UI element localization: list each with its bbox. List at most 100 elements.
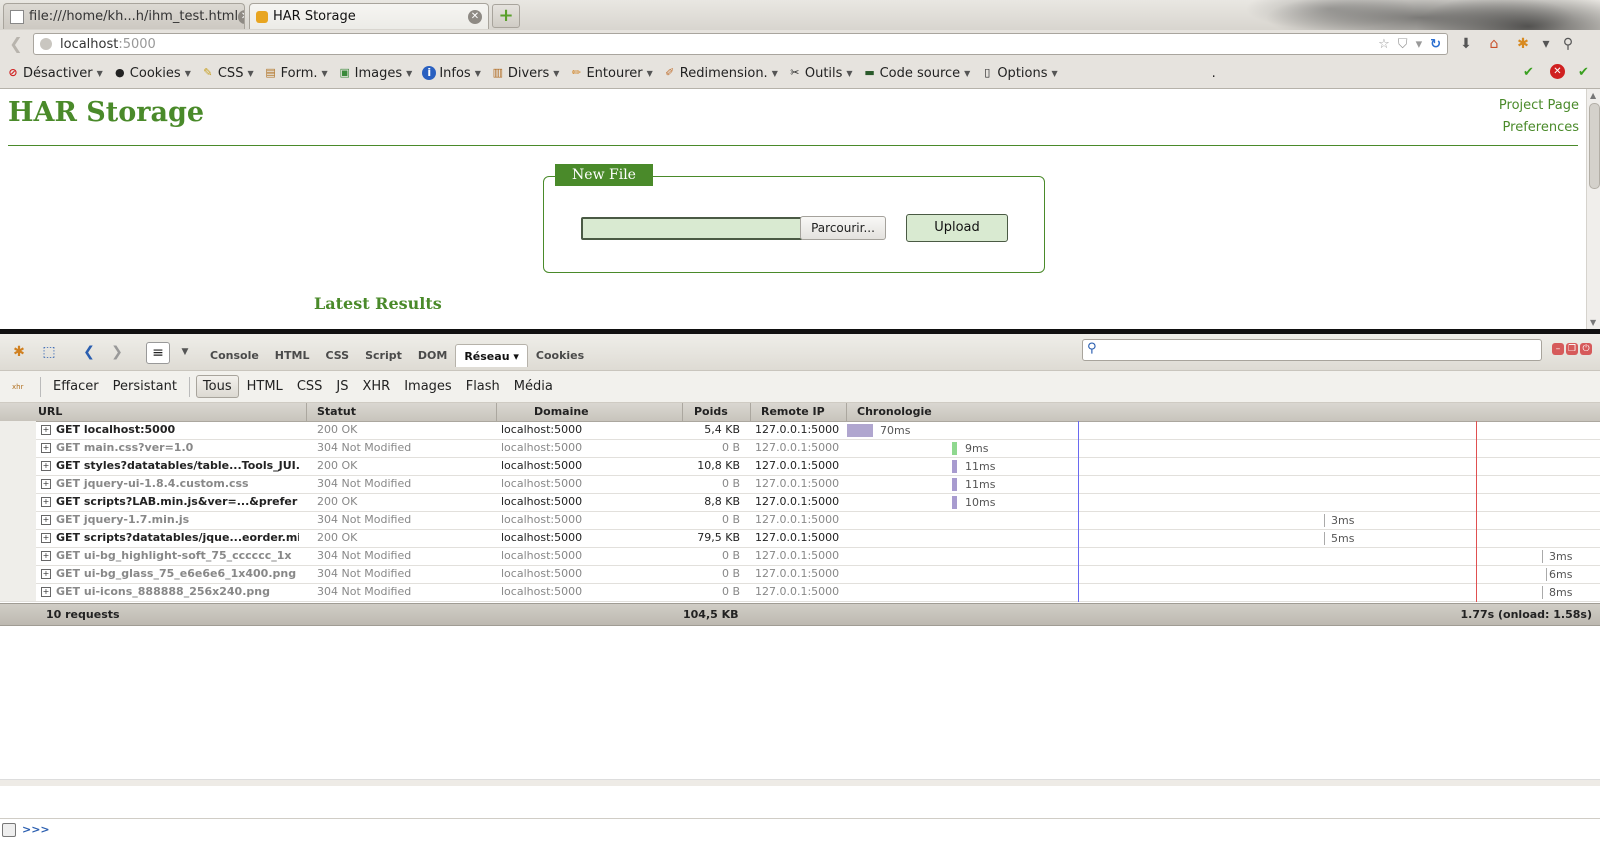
column-separator[interactable] <box>750 403 751 421</box>
request-url[interactable]: GET jquery-ui-1.8.4.custom.css <box>56 477 299 490</box>
column-remote-ip[interactable]: Remote IP <box>761 405 825 418</box>
page-scrollbar[interactable]: ▲ ▼ <box>1586 89 1600 329</box>
css-valid-icon[interactable]: ✔ <box>1523 65 1534 80</box>
request-url[interactable]: GET main.css?ver=1.0 <box>56 441 299 454</box>
filter-all[interactable]: Tous <box>195 375 239 398</box>
site-identity-icon[interactable] <box>40 38 52 50</box>
close-firebug-icon[interactable]: ⏻ <box>1580 343 1592 355</box>
back-icon[interactable]: ❮ <box>78 342 100 362</box>
options-menu[interactable]: ▯ Options ▼ <box>980 66 1057 81</box>
persist-button[interactable]: Persistant <box>107 376 183 397</box>
column-size[interactable]: Poids <box>694 405 728 418</box>
forms-menu[interactable]: ▤ Form. ▼ <box>264 66 327 81</box>
images-menu[interactable]: ▣ Images ▼ <box>338 66 412 81</box>
bookmark-star-icon[interactable]: ☆ <box>1378 37 1390 52</box>
tab-file[interactable]: file:///home/kh...h/ihm_test.html ✕ <box>3 3 245 29</box>
column-timeline[interactable]: Chronologie <box>857 405 932 418</box>
outline-menu[interactable]: ✏ Entourer ▼ <box>569 66 653 81</box>
scroll-down-icon[interactable]: ▼ <box>1590 318 1596 327</box>
column-separator[interactable] <box>846 403 847 421</box>
cookies-menu[interactable]: ● Cookies ▼ <box>113 66 191 81</box>
expand-icon[interactable]: + <box>41 587 51 597</box>
request-url[interactable]: GET scripts?LAB.min.js&ver=...&prefer <box>56 495 299 508</box>
command-editor-icon[interactable] <box>2 823 16 837</box>
request-url[interactable]: GET ui-icons_888888_256x240.png <box>56 585 299 598</box>
request-url[interactable]: GET scripts?datatables/jque...eorder.mi <box>56 531 299 544</box>
table-row[interactable]: + GET ui-bg_glass_75_e6e6e6_1x400.png 304 … <box>0 565 1600 584</box>
misc-menu[interactable]: ▥ Divers ▼ <box>491 66 560 81</box>
close-icon[interactable]: ✕ <box>238 9 244 24</box>
preferences-link[interactable]: Preferences <box>1499 117 1579 139</box>
css-menu[interactable]: ✎ CSS ▼ <box>201 66 253 81</box>
detach-icon[interactable]: ❐ <box>1566 343 1578 355</box>
request-url[interactable]: GET ui-bg_highlight-soft_75_cccccc_1x <box>56 549 299 562</box>
expand-icon[interactable]: + <box>41 515 51 525</box>
filter-css[interactable]: CSS <box>291 376 329 397</box>
reload-icon[interactable]: ↻ <box>1430 37 1441 52</box>
xhr-icon[interactable]: xhr <box>12 380 26 394</box>
expand-icon[interactable]: + <box>41 461 51 471</box>
minimize-icon[interactable]: – <box>1552 343 1564 355</box>
tab-cookies[interactable]: Cookies <box>528 344 592 367</box>
expand-icon[interactable]: + <box>41 479 51 489</box>
table-row[interactable]: + GET ui-bg_highlight-soft_75_cccccc_1x 30… <box>0 547 1600 566</box>
request-url[interactable]: GET ui-bg_glass_75_e6e6e6_1x400.png <box>56 567 299 580</box>
expand-icon[interactable]: + <box>41 443 51 453</box>
extension-icon[interactable]: ⚲ <box>1558 35 1578 53</box>
request-url[interactable]: GET styles?datatables/table...Tools_JUI. <box>56 459 299 472</box>
table-row[interactable]: + GET ui-icons_888888_256x240.png 304 Not … <box>0 583 1600 602</box>
filter-images[interactable]: Images <box>398 376 458 397</box>
tab-css[interactable]: CSS <box>317 344 357 367</box>
js-valid-icon[interactable]: ✔ <box>1578 65 1589 80</box>
upload-button[interactable]: Upload <box>906 214 1008 242</box>
column-status[interactable]: Statut <box>317 405 356 418</box>
home-icon[interactable]: ⌂ <box>1484 35 1504 53</box>
column-separator[interactable] <box>306 403 307 421</box>
expand-icon[interactable]: + <box>41 569 51 579</box>
table-row[interactable]: + GET localhost:5000 200 OK localhost:5000 5… <box>0 421 1600 440</box>
column-separator[interactable] <box>496 403 497 421</box>
filter-js[interactable]: JS <box>330 376 354 397</box>
command-line[interactable]: >>> <box>0 818 1600 841</box>
error-icon[interactable]: ✕ <box>1550 64 1565 79</box>
forward-icon[interactable]: ❯ <box>106 342 128 362</box>
tab-script[interactable]: Script <box>357 344 410 367</box>
close-icon[interactable]: ✕ <box>468 9 482 24</box>
table-row[interactable]: + GET main.css?ver=1.0 304 Not Modified loc… <box>0 439 1600 458</box>
tab-html[interactable]: HTML <box>267 344 318 367</box>
browse-button[interactable]: Parcourir... <box>800 216 886 240</box>
column-domain[interactable]: Domaine <box>534 405 589 418</box>
table-row[interactable]: + GET jquery-ui-1.8.4.custom.css 304 Not M… <box>0 475 1600 494</box>
column-separator[interactable] <box>682 403 683 421</box>
firebug-menu-icon[interactable]: ✱ <box>8 342 30 362</box>
scrollbar-thumb[interactable] <box>1589 103 1600 189</box>
inspect-icon[interactable]: ⬚ <box>38 342 60 362</box>
tab-console[interactable]: Console <box>202 344 267 367</box>
url-bar[interactable]: localhost :5000 ☆ ⛉ ▾ ↻ <box>33 33 1448 55</box>
info-menu[interactable]: i Infos ▼ <box>422 66 481 81</box>
filter-xhr[interactable]: XHR <box>357 376 397 397</box>
table-row[interactable]: + GET scripts?LAB.min.js&ver=...&prefer 20… <box>0 493 1600 512</box>
scroll-up-icon[interactable]: ▲ <box>1590 91 1596 100</box>
tab-har-storage[interactable]: HAR Storage ✕ <box>249 3 489 29</box>
table-row[interactable]: + GET jquery-1.7.min.js 304 Not Modified lo… <box>0 511 1600 530</box>
file-path-input[interactable] <box>581 217 803 240</box>
back-button[interactable]: ❮ <box>6 34 26 54</box>
menu-dropdown-icon[interactable]: ▾ <box>1536 35 1556 53</box>
clear-button[interactable]: Effacer <box>47 376 105 397</box>
tab-dom[interactable]: DOM <box>410 344 455 367</box>
project-page-link[interactable]: Project Page <box>1499 95 1579 117</box>
filter-flash[interactable]: Flash <box>460 376 506 397</box>
download-icon[interactable]: ⬇ <box>1456 35 1476 53</box>
expand-icon[interactable]: + <box>41 551 51 561</box>
column-url[interactable]: URL <box>38 405 62 418</box>
request-url[interactable]: GET localhost:5000 <box>56 423 299 436</box>
panel-list-icon[interactable]: ≡ <box>146 342 170 364</box>
resize-menu[interactable]: ✐ Redimension. ▼ <box>663 66 778 81</box>
command-line-splitter[interactable] <box>0 779 1600 786</box>
tab-network[interactable]: Réseau ▾ <box>455 344 528 367</box>
filter-media[interactable]: Média <box>508 376 559 397</box>
source-menu[interactable]: ▬ Code source ▼ <box>863 66 970 81</box>
chevron-down-icon[interactable]: ▼ <box>174 342 196 362</box>
disable-menu[interactable]: ⊘ Désactiver ▼ <box>6 66 102 81</box>
